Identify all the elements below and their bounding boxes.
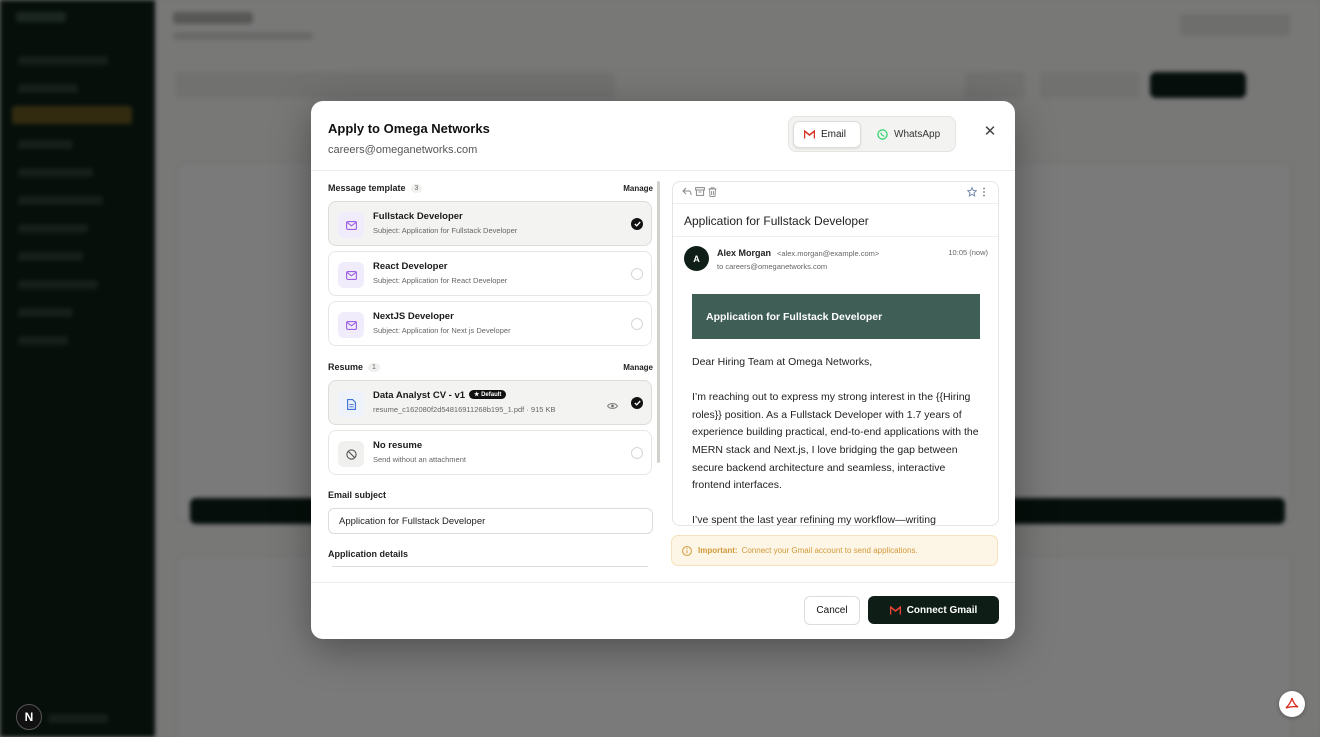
resume-file-info: Send without an attachment <box>373 455 466 464</box>
file-icon <box>338 391 364 417</box>
default-badge-label: Default <box>481 392 502 398</box>
resume-name: Data Analyst CV - v1 <box>373 390 466 401</box>
email-channel-label: Email <box>821 129 847 140</box>
trash-icon[interactable] <box>708 187 717 197</box>
selected-check-icon[interactable] <box>631 397 643 409</box>
recipient-line: to careers@omeganetworks.com <box>717 262 828 271</box>
resume-option-none[interactable]: No resume Send without an attachment <box>328 430 652 475</box>
dialog-footer: Cancel Connect Gmail <box>311 582 1015 639</box>
channel-switch: Email WhatsApp <box>788 116 956 152</box>
email-channel-button[interactable]: Email <box>793 121 861 148</box>
gmail-icon <box>889 605 901 614</box>
resume-file-info: resume_c162080f2d54816911268b195_1.pdf ·… <box>373 405 556 414</box>
divider <box>673 236 998 237</box>
email-subject-label: Email subject <box>328 490 387 500</box>
pdf-icon[interactable] <box>1279 691 1305 717</box>
application-details-editor[interactable] <box>332 566 648 567</box>
star-icon[interactable] <box>967 187 977 197</box>
email-subject-input[interactable] <box>328 508 653 534</box>
email-body: Dear Hiring Team at Omega Networks, I’m … <box>692 354 984 526</box>
manage-templates-link[interactable]: Manage <box>623 184 653 193</box>
ban-icon <box>338 441 364 467</box>
preview-subject: Application for Fullstack Developer <box>684 214 869 228</box>
scrollbar[interactable] <box>657 181 660 463</box>
archive-icon[interactable] <box>695 187 705 196</box>
connect-gmail-button[interactable]: Connect Gmail <box>868 596 999 624</box>
more-icon[interactable] <box>982 187 986 197</box>
mail-icon <box>338 262 364 288</box>
mail-icon <box>338 212 364 238</box>
whatsapp-icon <box>877 129 888 140</box>
template-subject: Subject: Application for Next js Develop… <box>373 326 511 335</box>
eye-icon[interactable] <box>607 397 618 415</box>
gmail-icon <box>804 130 815 139</box>
resume-title: Data Analyst CV - v1 ★ Default <box>373 390 507 401</box>
resume-section-label: Resume <box>328 362 364 372</box>
template-option-nextjs[interactable]: NextJS Developer Subject: Application fo… <box>328 301 652 346</box>
template-section-header: Message template 3 Manage <box>328 181 653 195</box>
selected-check-icon[interactable] <box>631 218 643 230</box>
email-paragraph: Dear Hiring Team at Omega Networks, <box>692 356 873 368</box>
resume-count-badge: 1 <box>368 362 380 372</box>
application-details-label: Application details <box>328 549 409 559</box>
email-paragraph: I’m reaching out to express my strong in… <box>692 391 979 492</box>
resume-section-header: Resume 1 Manage <box>328 360 653 374</box>
preview-toolbar <box>673 182 998 204</box>
close-icon[interactable]: ✕ <box>982 124 998 140</box>
nextjs-badge[interactable]: N <box>16 704 42 730</box>
template-count-badge: 3 <box>410 183 423 193</box>
email-paragraph: I’ve spent the last year refining my wor… <box>692 514 936 526</box>
connect-gmail-label: Connect Gmail <box>906 604 978 616</box>
gmail-notice: Important: Connect your Gmail account to… <box>671 535 998 566</box>
template-title: React Developer <box>373 261 448 272</box>
whatsapp-channel-button[interactable]: WhatsApp <box>867 121 950 148</box>
template-title: NextJS Developer <box>373 311 454 322</box>
radio-button[interactable] <box>631 447 643 459</box>
sender-email: <alex.morgan@example.com> <box>777 249 880 258</box>
avatar: A <box>684 246 709 271</box>
sent-time: 10:05 (now) <box>948 248 988 257</box>
template-subject: Subject: Application for React Developer <box>373 276 508 285</box>
notice-strong: Important: <box>698 546 738 555</box>
template-title: Fullstack Developer <box>373 211 463 222</box>
email-banner: Application for Fullstack Developer <box>692 294 980 339</box>
dialog-recipient-email: careers@omeganetworks.com <box>328 144 478 156</box>
template-option-react[interactable]: React Developer Subject: Application for… <box>328 251 652 296</box>
template-option-fullstack[interactable]: Fullstack Developer Subject: Application… <box>328 201 652 246</box>
template-section-label: Message template <box>328 183 406 193</box>
template-subject: Subject: Application for Fullstack Devel… <box>373 226 518 235</box>
notice-text: Connect your Gmail account to send appli… <box>741 546 918 555</box>
email-preview: Application for Fullstack Developer A Al… <box>672 181 999 526</box>
apply-dialog: Apply to Omega Networks careers@omeganet… <box>311 101 1015 639</box>
resume-option-data-analyst[interactable]: Data Analyst CV - v1 ★ Default resume_c16… <box>328 380 652 425</box>
radio-button[interactable] <box>631 268 643 280</box>
info-icon <box>682 545 692 556</box>
dialog-title: Apply to Omega Networks <box>328 121 490 136</box>
dialog-header: Apply to Omega Networks careers@omeganet… <box>311 101 1015 171</box>
cancel-button[interactable]: Cancel <box>804 596 860 625</box>
whatsapp-channel-label: WhatsApp <box>894 129 941 140</box>
manage-resumes-link[interactable]: Manage <box>623 363 653 372</box>
application-settings: Message template 3 Manage Fullstack Deve… <box>328 181 658 579</box>
mail-icon <box>338 312 364 338</box>
sender-name: Alex Morgan <box>717 248 772 258</box>
default-badge: ★ Default <box>469 390 507 399</box>
reply-icon[interactable] <box>682 187 692 196</box>
radio-button[interactable] <box>631 318 643 330</box>
resume-title: No resume <box>373 440 423 451</box>
